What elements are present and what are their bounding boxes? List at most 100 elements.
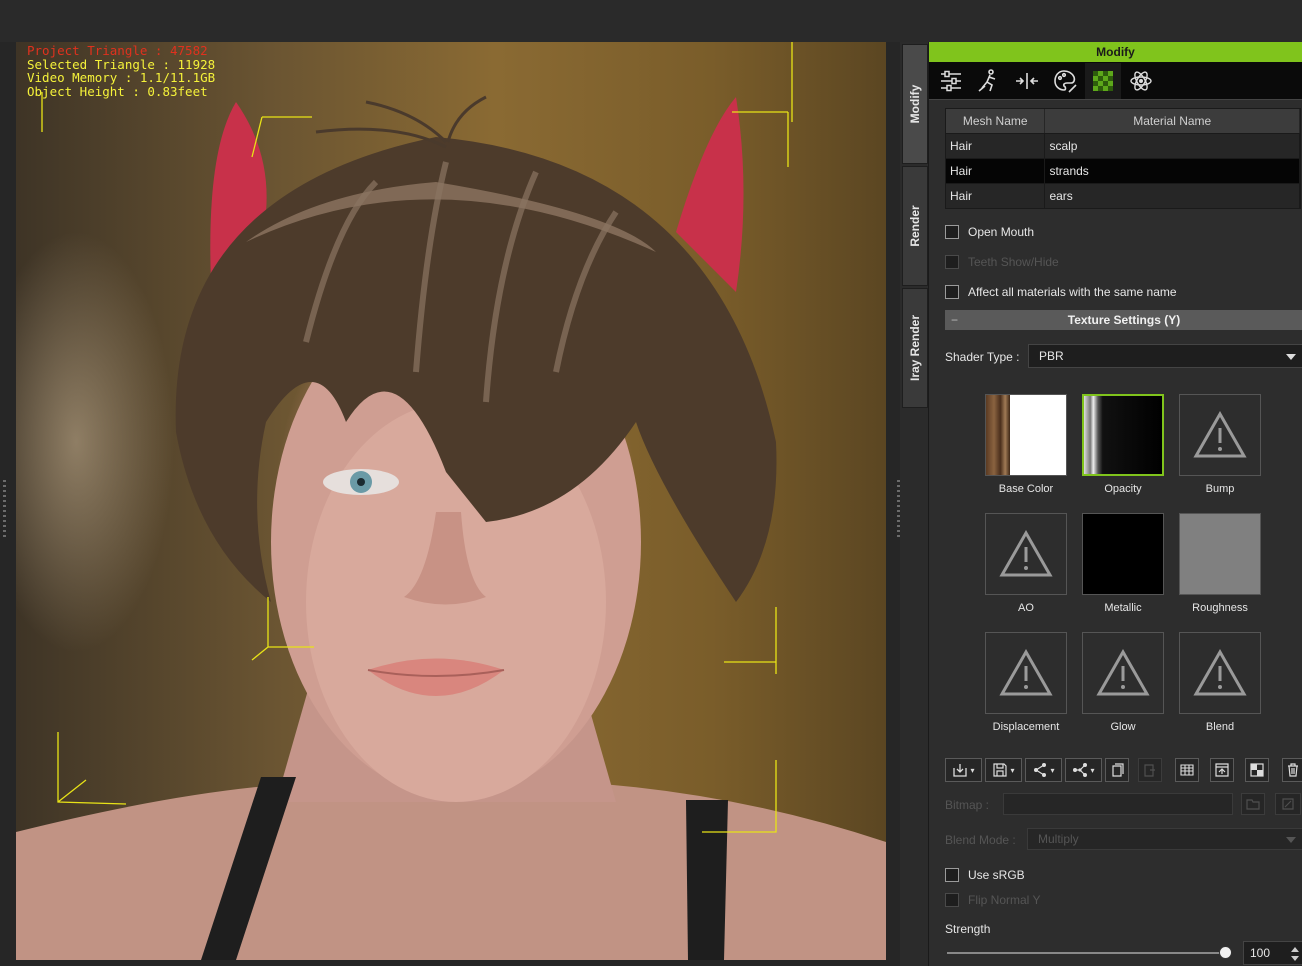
- bitmap-path-field[interactable]: [1003, 793, 1233, 815]
- texture-label: Glow: [1110, 721, 1136, 733]
- texture-metallic[interactable]: Metallic: [1073, 513, 1173, 614]
- strength-label: Strength: [945, 922, 991, 936]
- affect-all-materials-checkbox[interactable]: Affect all materials with the same name: [945, 285, 1177, 299]
- texture-thumbnail[interactable]: [985, 394, 1067, 476]
- modify-panel: Modify Mesh Name Material Name Hair scal…: [928, 42, 1302, 966]
- column-mesh-name[interactable]: Mesh Name: [946, 109, 1046, 133]
- texture-label: AO: [1018, 602, 1034, 614]
- texture-roughness[interactable]: Roughness: [1170, 513, 1270, 614]
- table-row[interactable]: Hair ears: [946, 183, 1300, 208]
- texture-thumbnail[interactable]: [1179, 513, 1261, 595]
- material-checker-icon[interactable]: [1085, 62, 1121, 99]
- save-texture-button[interactable]: ▾: [985, 758, 1022, 782]
- select-value: Multiply: [1038, 832, 1079, 846]
- top-bar: [0, 0, 1302, 42]
- column-material-name[interactable]: Material Name: [1045, 109, 1300, 133]
- share-icon: [1034, 763, 1047, 777]
- strength-input[interactable]: 100: [1243, 941, 1302, 965]
- side-tab-strip: Modify Render Iray Render: [900, 42, 928, 966]
- connect-texture-button[interactable]: ▾: [1065, 758, 1102, 782]
- paste-texture-button[interactable]: [1138, 758, 1162, 782]
- uv-grid-button[interactable]: [1175, 758, 1199, 782]
- texture-thumbnail[interactable]: [1179, 632, 1261, 714]
- texture-displacement[interactable]: Displacement: [976, 632, 1076, 733]
- connect-icon: [1073, 763, 1088, 777]
- table-row[interactable]: Hair scalp: [946, 133, 1300, 158]
- texture-thumbnail[interactable]: [1179, 394, 1261, 476]
- warning-icon: [1193, 411, 1247, 458]
- texture-label: Base Color: [998, 483, 1054, 495]
- warning-icon: [999, 530, 1053, 577]
- checkbox-box[interactable]: [945, 225, 959, 239]
- morph-icon[interactable]: [1009, 63, 1045, 99]
- texture-opacity[interactable]: Opacity: [1073, 394, 1173, 495]
- texture-thumbnail[interactable]: [985, 632, 1067, 714]
- warning-icon: [999, 649, 1053, 696]
- section-title: Texture Settings (Y): [1067, 313, 1181, 327]
- physics-atom-icon[interactable]: [1123, 63, 1159, 99]
- stat-selected-triangle: Selected Triangle : 11928: [27, 56, 216, 72]
- decrement-icon[interactable]: [1291, 956, 1299, 961]
- cell-material: strands: [1045, 159, 1300, 183]
- character-render: [16, 42, 886, 960]
- texture-thumbnail[interactable]: [1082, 513, 1164, 595]
- browse-bitmap-button[interactable]: [1241, 793, 1265, 815]
- warning-icon: [1193, 649, 1247, 696]
- texture-blend[interactable]: Blend: [1170, 632, 1270, 733]
- shader-type-select[interactable]: PBR: [1028, 344, 1302, 368]
- table-header: Mesh Name Material Name: [946, 109, 1300, 133]
- strength-slider-thumb[interactable]: [1219, 946, 1232, 959]
- table-row-selected[interactable]: Hair strands: [946, 158, 1300, 183]
- delete-texture-button[interactable]: [1282, 758, 1302, 782]
- increment-icon[interactable]: [1291, 947, 1299, 952]
- mesh-material-table: Mesh Name Material Name Hair scalp Hair …: [945, 108, 1301, 209]
- texture-glow[interactable]: Glow: [1073, 632, 1173, 733]
- stat-object-height: Object Height : 0.83feet: [27, 83, 208, 99]
- open-mouth-checkbox[interactable]: Open Mouth: [945, 225, 1034, 239]
- texture-bump[interactable]: Bump: [1170, 394, 1270, 495]
- blend-mode-select[interactable]: Multiply: [1027, 828, 1302, 850]
- stat-project-triangle: Project Triangle : 47582: [27, 43, 208, 58]
- copy-texture-button[interactable]: [1105, 758, 1129, 782]
- texture-ao[interactable]: AO: [976, 513, 1076, 614]
- appearance-icon[interactable]: [1047, 63, 1083, 99]
- copy-icon: [1112, 763, 1124, 777]
- paste-icon: [1144, 764, 1155, 777]
- checker-icon: [1250, 763, 1264, 777]
- viewport-3d[interactable]: Project Triangle : 47582 Selected Triang…: [16, 42, 886, 960]
- texture-thumbnail[interactable]: [1082, 632, 1164, 714]
- checkbox-label: Affect all materials with the same name: [968, 285, 1177, 299]
- tab-iray-render[interactable]: Iray Render: [902, 288, 928, 408]
- strength-slider-track[interactable]: [947, 952, 1229, 954]
- collapse-icon[interactable]: −: [951, 310, 958, 330]
- grid-icon: [1180, 764, 1194, 776]
- use-srgb-checkbox[interactable]: Use sRGB: [945, 868, 1025, 882]
- sliders-icon[interactable]: [933, 63, 969, 99]
- launch-editor-button[interactable]: [1210, 758, 1234, 782]
- checkbox-box[interactable]: [945, 893, 959, 907]
- texture-mode-button[interactable]: [1245, 758, 1269, 782]
- teeth-show-hide-checkbox[interactable]: Teeth Show/Hide: [945, 255, 1059, 269]
- chevron-down-icon: [1286, 837, 1296, 843]
- tab-modify[interactable]: Modify: [902, 44, 928, 164]
- texture-base-color[interactable]: Base Color: [976, 394, 1076, 495]
- flip-normal-y-checkbox[interactable]: Flip Normal Y: [945, 893, 1040, 907]
- load-texture-button[interactable]: ▾: [945, 758, 982, 782]
- texture-label: Blend: [1205, 721, 1235, 733]
- checkbox-label: Open Mouth: [968, 225, 1035, 239]
- clear-bitmap-button[interactable]: [1275, 793, 1301, 815]
- modify-toolbar: [929, 62, 1302, 100]
- texture-thumbnail[interactable]: [1082, 394, 1164, 476]
- motion-icon[interactable]: [971, 63, 1007, 99]
- share-texture-button[interactable]: ▾: [1025, 758, 1062, 782]
- select-value: PBR: [1039, 349, 1064, 363]
- shader-type-label: Shader Type :: [945, 350, 1020, 364]
- checkbox-box[interactable]: [945, 285, 959, 299]
- tab-render[interactable]: Render: [902, 166, 928, 286]
- splitter-handle-left[interactable]: [3, 480, 6, 540]
- texture-thumbnail[interactable]: [985, 513, 1067, 595]
- cell-material: scalp: [1045, 134, 1300, 158]
- texture-settings-header[interactable]: − Texture Settings (Y): [945, 310, 1302, 330]
- checkbox-box[interactable]: [945, 255, 959, 269]
- checkbox-box[interactable]: [945, 868, 959, 882]
